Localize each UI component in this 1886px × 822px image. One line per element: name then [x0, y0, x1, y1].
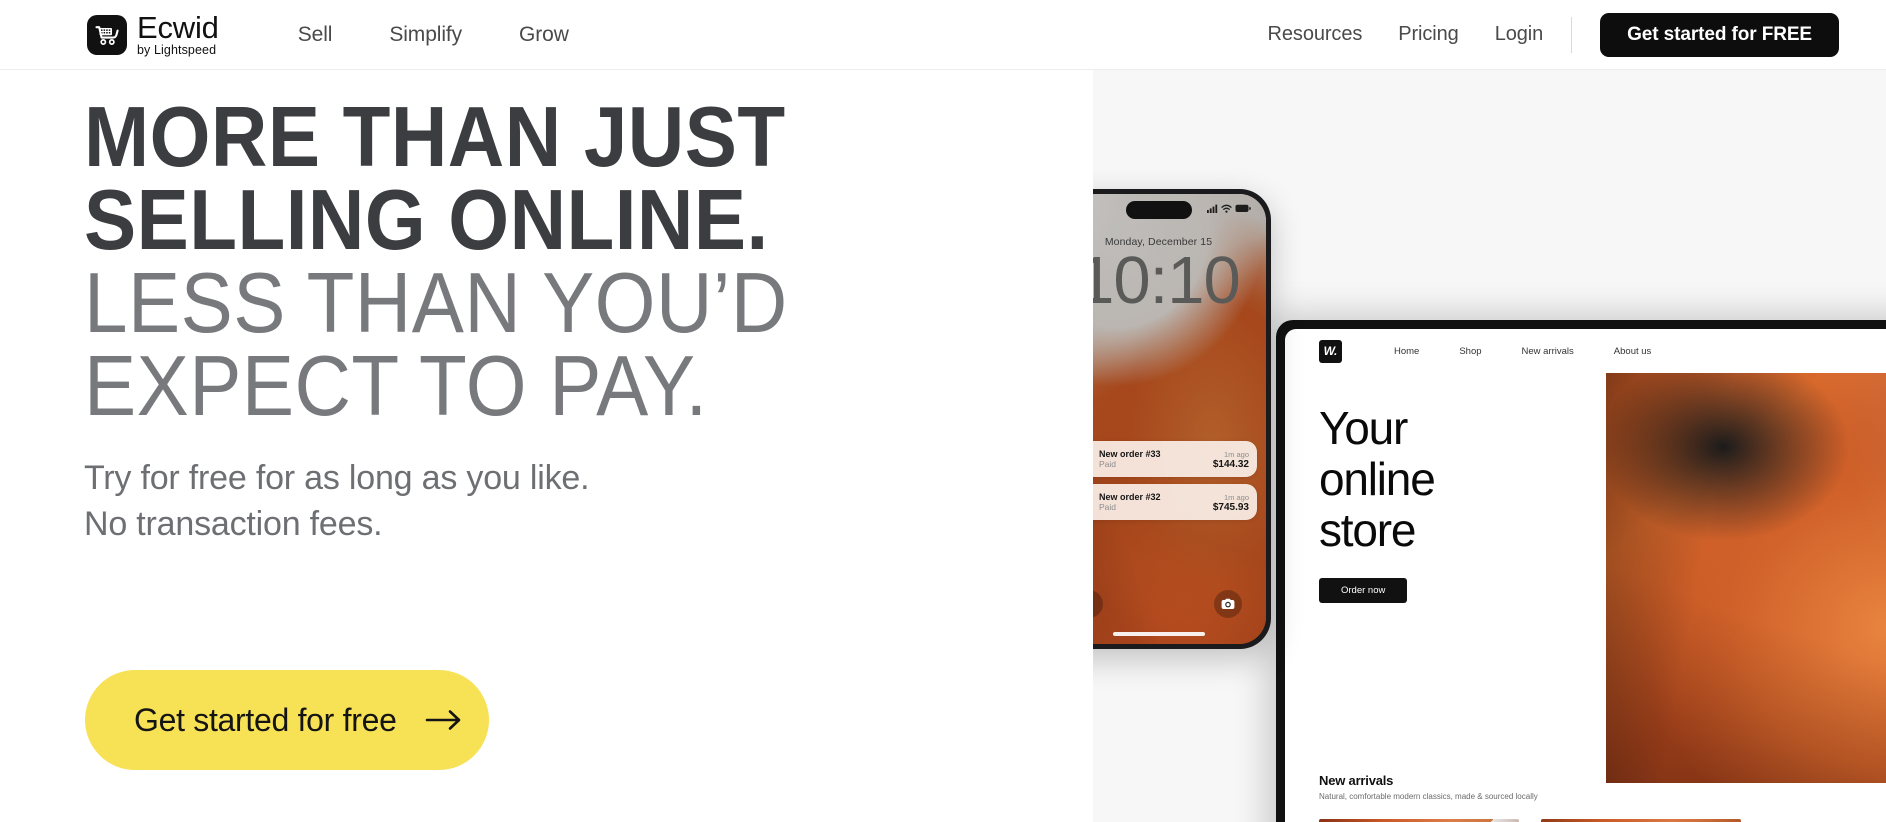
phone-screen: 13:13: [1093, 194, 1266, 644]
phone-mockup: 13:13: [1093, 189, 1271, 649]
secondary-nav-area: Resources Pricing Login Get started for …: [1268, 12, 1839, 57]
store-nav-about-us[interactable]: About us: [1614, 346, 1652, 357]
store-hero-title: Your online store: [1319, 402, 1436, 556]
store-new-arrivals-section: New arrivals Natural, comfortable modern…: [1319, 773, 1886, 822]
store-nav-home[interactable]: Home: [1394, 346, 1419, 357]
home-indicator: [1112, 632, 1205, 636]
main-navigation-bar: Ecwid by Lightspeed Sell Simplify Grow R…: [0, 0, 1886, 70]
notification-status: Paid: [1099, 501, 1117, 512]
store-nav-shop[interactable]: Shop: [1459, 346, 1481, 357]
store-arrivals-title: New arrivals: [1319, 773, 1394, 788]
nav-link-pricing[interactable]: Pricing: [1398, 23, 1459, 46]
headline-light-line-2: EXPECT TO PAY.: [84, 339, 708, 434]
store-nav-links: Home Shop New arrivals About us: [1394, 346, 1651, 357]
store-order-now-button[interactable]: Order now: [1319, 578, 1408, 603]
lock-screen-shortcuts: [1093, 590, 1266, 618]
notification-card[interactable]: New order #32 1m ago Paid $745.93: [1093, 484, 1257, 520]
wifi-icon: [1221, 204, 1232, 216]
status-bar-icons: [1207, 204, 1251, 216]
nav-get-started-button[interactable]: Get started for FREE: [1600, 12, 1839, 57]
nav-link-simplify[interactable]: Simplify: [389, 23, 462, 47]
notification-header-row: New order #32 1m ago: [1099, 492, 1249, 502]
store-hero-photo: [1606, 373, 1886, 783]
brand-tagline: by Lightspeed: [137, 43, 217, 58]
notification-amount: $144.32: [1212, 458, 1249, 470]
hero-left-column: MORE THAN JUST SELLING ONLINE. LESS THAN…: [0, 70, 1000, 770]
notification-list: New order #33 1m ago Paid $144.32 New or…: [1093, 441, 1257, 527]
flashlight-icon[interactable]: [1093, 590, 1103, 618]
secondary-nav-links: Resources Pricing Login: [1268, 23, 1544, 46]
hero-device-showcase: W. Home Shop New arrivals About us Your …: [1093, 70, 1886, 822]
notification-card[interactable]: New order #33 1m ago Paid $144.32: [1093, 441, 1257, 477]
store-navigation: W. Home Shop New arrivals About us: [1285, 329, 1886, 373]
camera-icon[interactable]: [1214, 590, 1242, 618]
brand-logo-text: Ecwid by Lightspeed: [137, 12, 219, 57]
brand-logo[interactable]: Ecwid by Lightspeed: [87, 12, 219, 57]
cellular-signal-icon: [1207, 204, 1218, 216]
shopping-cart-icon: [87, 14, 127, 55]
notification-timestamp: 1m ago: [1223, 492, 1249, 502]
store-logo[interactable]: W.: [1319, 339, 1342, 363]
nav-divider: [1571, 16, 1573, 53]
phone-status-bar: 13:13: [1093, 202, 1266, 218]
lock-screen-clock: 10:10: [1093, 243, 1241, 318]
battery-icon: [1235, 204, 1251, 216]
headline-light-line-1: LESS THAN YOU’D: [84, 256, 788, 351]
nav-link-grow[interactable]: Grow: [519, 23, 569, 47]
notification-body: New order #32 1m ago Paid $745.93: [1099, 492, 1249, 513]
notification-title: New order #32: [1099, 491, 1161, 502]
hero-cta-label: Get started for free: [134, 701, 397, 738]
store-hero-title-line-2: online: [1319, 453, 1436, 505]
store-nav-new-arrivals[interactable]: New arrivals: [1522, 346, 1574, 357]
primary-nav-links: Sell Simplify Grow: [298, 23, 569, 47]
nav-link-sell[interactable]: Sell: [298, 23, 333, 47]
hero-get-started-button[interactable]: Get started for free: [85, 670, 489, 770]
store-hero-text: Your online store Order now: [1319, 402, 1436, 603]
notification-amount: $745.93: [1212, 501, 1249, 513]
page-title: MORE THAN JUST SELLING ONLINE. LESS THAN…: [0, 70, 1000, 434]
notification-timestamp: 1m ago: [1223, 449, 1249, 459]
notification-status: Paid: [1099, 458, 1117, 469]
store-arrivals-subtitle: Natural, comfortable modern classics, ma…: [1319, 792, 1538, 801]
headline-strong-line-1: MORE THAN JUST: [84, 90, 786, 185]
store-hero-title-line-1: Your: [1319, 402, 1408, 454]
nav-link-login[interactable]: Login: [1495, 23, 1544, 46]
notification-detail-row: Paid $745.93: [1099, 502, 1249, 513]
notification-detail-row: Paid $144.32: [1099, 459, 1249, 470]
hero-subtitle: Try for free for as long as you like. No…: [0, 455, 1000, 547]
brand-name: Ecwid: [137, 10, 219, 46]
tablet-screen: W. Home Shop New arrivals About us Your …: [1285, 329, 1886, 822]
store-hero: Your online store Order now New arrivals…: [1285, 373, 1886, 822]
notification-body: New order #33 1m ago Paid $144.32: [1099, 449, 1249, 470]
headline-strong-line-2: SELLING ONLINE.: [84, 173, 769, 268]
hero-subtitle-line-1: Try for free for as long as you like.: [84, 459, 590, 497]
hero-page: Ecwid by Lightspeed Sell Simplify Grow R…: [0, 0, 1886, 822]
arrow-right-icon: [425, 708, 465, 732]
notification-title: New order #33: [1099, 448, 1161, 459]
notification-header-row: New order #33 1m ago: [1099, 449, 1249, 459]
nav-link-resources[interactable]: Resources: [1268, 23, 1363, 46]
hero-subtitle-line-2: No transaction fees.: [84, 505, 383, 543]
tablet-mockup: W. Home Shop New arrivals About us Your …: [1276, 320, 1886, 822]
store-hero-title-line-3: store: [1319, 504, 1416, 556]
